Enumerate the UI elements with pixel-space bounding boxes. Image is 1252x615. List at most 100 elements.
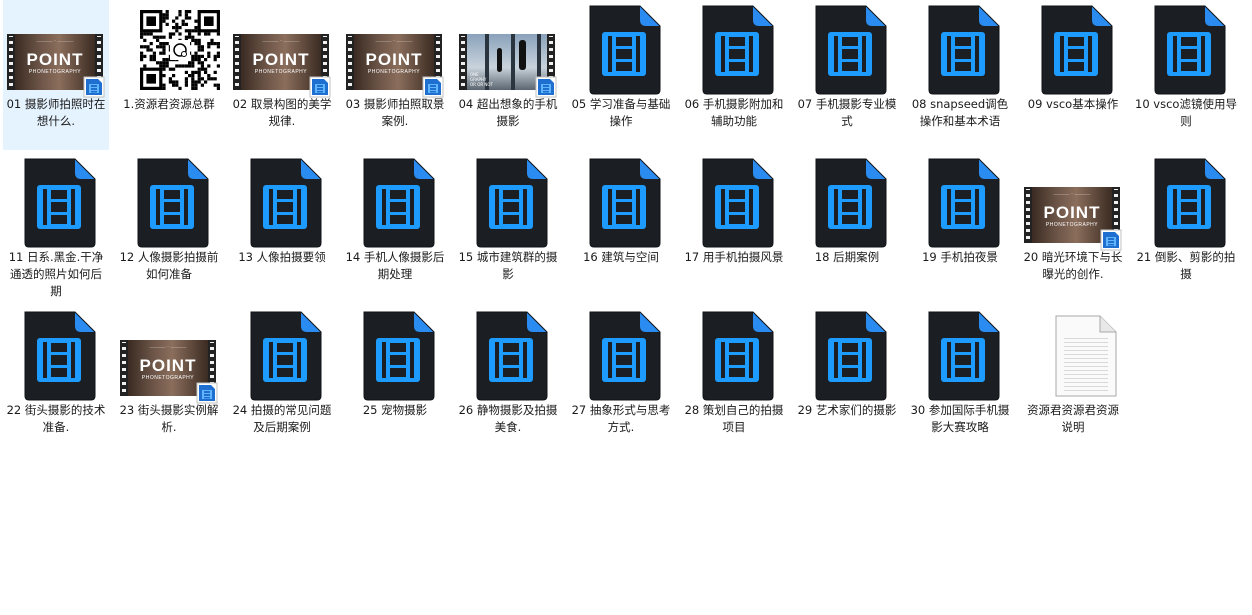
file-name: 29 艺术家们的摄影 [797, 403, 897, 417]
file-item[interactable]: ———— ·· ———— POINT PHONETOGRAPHY 01 摄影师拍… [3, 0, 109, 150]
video-file-icon [568, 157, 674, 249]
file-item[interactable]: 29 艺术家们的摄影 [794, 306, 900, 456]
file-name: 资源君资源君资源说明 [1027, 403, 1119, 434]
file-item[interactable]: 1.资源君资源总群 [116, 0, 226, 150]
video-file-icon [342, 310, 448, 402]
file-item[interactable]: 09 vsco基本操作 [1020, 0, 1126, 150]
video-file-icon [229, 157, 335, 249]
file-name: 15 城市建筑群的摄影 [458, 250, 558, 281]
video-badge-icon [309, 76, 331, 98]
video-file-icon [794, 4, 900, 96]
file-item[interactable]: 17 用手机拍摄风景 [681, 153, 787, 303]
video-thumbnail-icon: ———— ·· ———— POINT PHONETOGRAPHY [1020, 157, 1126, 251]
file-item[interactable]: 19 手机拍夜景 [907, 153, 1013, 303]
video-file-icon [681, 157, 787, 249]
video-file-icon [794, 310, 900, 402]
file-name: 11 日系.黑金.干净通透的照片如何后期 [8, 250, 104, 298]
file-name: 27 抽象形式与思考方式. [571, 403, 671, 434]
file-item[interactable]: 07 手机摄影专业模式 [794, 0, 900, 150]
video-file-icon [3, 310, 109, 402]
file-item[interactable]: 30 参加国际手机摄影大赛攻略 [907, 306, 1013, 456]
file-item[interactable]: 14 手机人像摄影后期处理 [342, 153, 448, 303]
file-name: 24 拍摄的常见问题及后期案例 [232, 403, 332, 434]
file-name: 26 静物摄影及拍摄美食. [458, 403, 558, 434]
file-name: 17 用手机拍摄风景 [684, 250, 784, 264]
file-name: 20 暗光环境下与长曝光的创作. [1023, 250, 1123, 281]
video-file-icon [455, 310, 561, 402]
file-item[interactable]: 11 日系.黑金.干净通透的照片如何后期 [3, 153, 109, 303]
file-item[interactable]: 28 策划自己的拍摄项目 [681, 306, 787, 456]
thumbnail-subtitle: PHONETOGRAPHY [1045, 222, 1099, 228]
video-file-icon [907, 157, 1013, 249]
file-name: 07 手机摄影专业模式 [797, 97, 897, 128]
thumbnail-caption: ONE GRAPHY OR OR NOT [470, 72, 493, 87]
file-item[interactable]: 13 人像拍摄要领 [229, 153, 335, 303]
file-name: 06 手机摄影附加和辅助功能 [684, 97, 784, 128]
file-item[interactable]: 22 街头摄影的技术准备. [3, 306, 109, 456]
video-file-icon [455, 157, 561, 249]
file-item[interactable]: 08 snapseed调色操作和基本术语 [907, 0, 1013, 150]
thumbnail-subtitle: PHONETOGRAPHY [28, 69, 82, 75]
file-name: 02 取景构图的美学规律. [232, 97, 332, 128]
file-name: 28 策划自己的拍摄项目 [684, 403, 784, 434]
file-name: 21 倒影、剪影的拍摄 [1136, 250, 1236, 281]
file-item[interactable]: 15 城市建筑群的摄影 [455, 153, 561, 303]
video-thumbnail-icon: ———— ·· ———— POINT PHONETOGRAPHY [116, 310, 222, 404]
video-file-icon [568, 310, 674, 402]
video-file-icon [3, 157, 109, 249]
file-item[interactable]: ———— ·· ———— POINT PHONETOGRAPHY 03 摄影师拍… [342, 0, 448, 150]
file-item[interactable]: 26 静物摄影及拍摄美食. [455, 306, 561, 456]
thumbnail-title: POINT [26, 50, 84, 69]
file-name: 01 摄影师拍照时在想什么. [6, 97, 106, 128]
file-item[interactable]: ———— ·· ———— POINT PHONETOGRAPHY 23 街头摄影… [116, 306, 222, 456]
video-thumbnail-icon: ———— ·· ———— POINT PHONETOGRAPHY [342, 4, 448, 98]
file-name: 09 vsco基本操作 [1027, 97, 1119, 111]
thumbnail-title: POINT [139, 356, 197, 375]
file-item[interactable]: 24 拍摄的常见问题及后期案例 [229, 306, 335, 456]
file-item[interactable]: 资源君资源君资源说明 [1020, 306, 1126, 456]
file-name: 30 参加国际手机摄影大赛攻略 [910, 403, 1010, 434]
file-name: 10 vsco滤镜使用导则 [1135, 97, 1237, 128]
file-name: 04 超出想象的手机摄影 [458, 97, 558, 128]
video-badge-icon [422, 76, 444, 98]
video-file-icon [1133, 4, 1239, 96]
file-name: 03 摄影师拍照取景案例. [345, 97, 445, 128]
qr-code-icon [116, 4, 226, 96]
file-item[interactable]: 06 手机摄影附加和辅助功能 [681, 0, 787, 150]
video-file-icon [229, 310, 335, 402]
file-item[interactable]: 05 学习准备与基础操作 [568, 0, 674, 150]
thumbnail-title: POINT [365, 50, 423, 69]
file-name: 1.资源君资源总群 [123, 97, 215, 111]
file-name: 08 snapseed调色操作和基本术语 [911, 97, 1009, 128]
file-item[interactable]: 27 抽象形式与思考方式. [568, 306, 674, 456]
file-name: 05 学习准备与基础操作 [571, 97, 671, 128]
file-item[interactable]: 12 人像摄影拍摄前如何准备 [116, 153, 222, 303]
file-name: 13 人像拍摄要领 [238, 250, 326, 264]
video-file-icon [1020, 4, 1126, 96]
thumbnail-title: POINT [252, 50, 310, 69]
file-item[interactable]: ———— ·· ———— POINT PHONETOGRAPHY 02 取景构图… [229, 0, 335, 150]
file-item[interactable]: 18 后期案例 [794, 153, 900, 303]
file-item[interactable]: 16 建筑与空间 [568, 153, 674, 303]
video-badge-icon [83, 76, 105, 98]
file-item[interactable]: 21 倒影、剪影的拍摄 [1133, 153, 1239, 303]
file-item[interactable]: 10 vsco滤镜使用导则 [1133, 0, 1239, 150]
video-file-icon [116, 157, 222, 249]
file-name: 22 街头摄影的技术准备. [6, 403, 106, 434]
video-thumbnail-icon: ONE GRAPHY OR OR NOT [455, 4, 561, 98]
video-file-icon [681, 310, 787, 402]
video-file-icon [794, 157, 900, 249]
thumbnail-title: POINT [1043, 203, 1101, 222]
file-name: 23 街头摄影实例解析. [119, 403, 219, 434]
thumbnail-subtitle: PHONETOGRAPHY [367, 69, 421, 75]
file-item[interactable]: ONE GRAPHY OR OR NOT 04 超出想象的手机摄影 [455, 0, 561, 150]
video-badge-icon [535, 76, 557, 98]
file-item[interactable]: ———— ·· ———— POINT PHONETOGRAPHY 20 暗光环境… [1020, 153, 1126, 303]
thumbnail-subtitle: PHONETOGRAPHY [141, 375, 195, 381]
file-name: 14 手机人像摄影后期处理 [345, 250, 445, 281]
file-name: 12 人像摄影拍摄前如何准备 [119, 250, 219, 281]
video-file-icon [907, 4, 1013, 96]
thumbnail-subtitle: PHONETOGRAPHY [254, 69, 308, 75]
video-thumbnail-icon: ———— ·· ———— POINT PHONETOGRAPHY [3, 4, 109, 98]
file-item[interactable]: 25 宠物摄影 [342, 306, 448, 456]
